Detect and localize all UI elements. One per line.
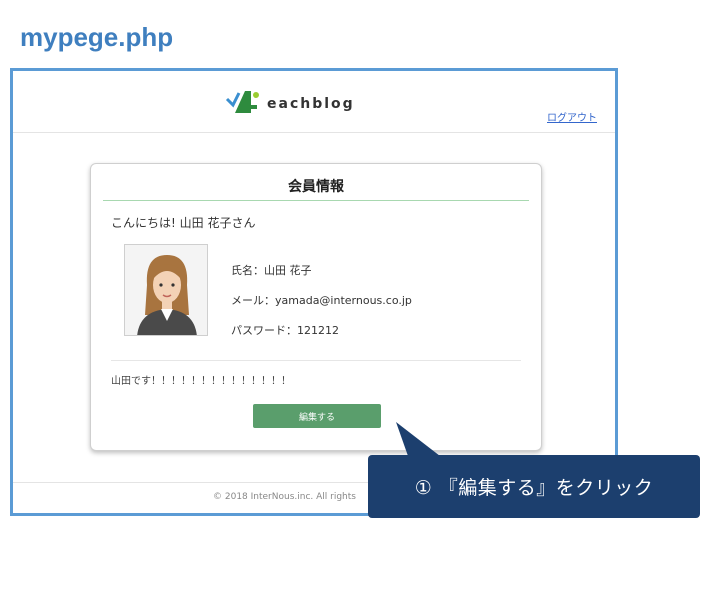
woman-avatar-icon [125,245,207,335]
site-header: eachblog ログアウト [13,71,615,133]
logo-text: eachblog [267,96,355,112]
footer-copyright: © 2018 InterNous.inc. All rights [213,492,356,502]
site-logo[interactable]: eachblog [225,87,355,121]
browser-frame: eachblog ログアウト 会員情報 こんにちは! 山田 花子さん 氏名：山田… [10,68,618,516]
card-title: 会員情報 [288,179,344,195]
user-email: メール：yamada@internous.co.jp [231,294,412,307]
callout-pointer [396,422,440,456]
document-title: mypege.php [20,22,174,52]
member-info-card: 会員情報 こんにちは! 山田 花子さん 氏名：山田 花子 メール：yamada@… [90,163,542,451]
greeting-text: こんにちは! 山田 花子さん [111,216,256,230]
logout-link[interactable]: ログアウト [547,109,597,124]
title-divider [103,200,529,201]
edit-button[interactable]: 編集する [253,404,381,428]
user-password: パスワード：121212 [231,324,339,337]
user-name: 氏名：山田 花子 [231,264,312,277]
instruction-callout: ① 『編集する』をクリック [368,455,700,518]
profile-bio: 山田です！！！！！！！！！！！！！！ [111,376,291,387]
user-avatar [124,244,208,336]
card-divider [111,360,521,361]
logo-icon [225,87,261,121]
